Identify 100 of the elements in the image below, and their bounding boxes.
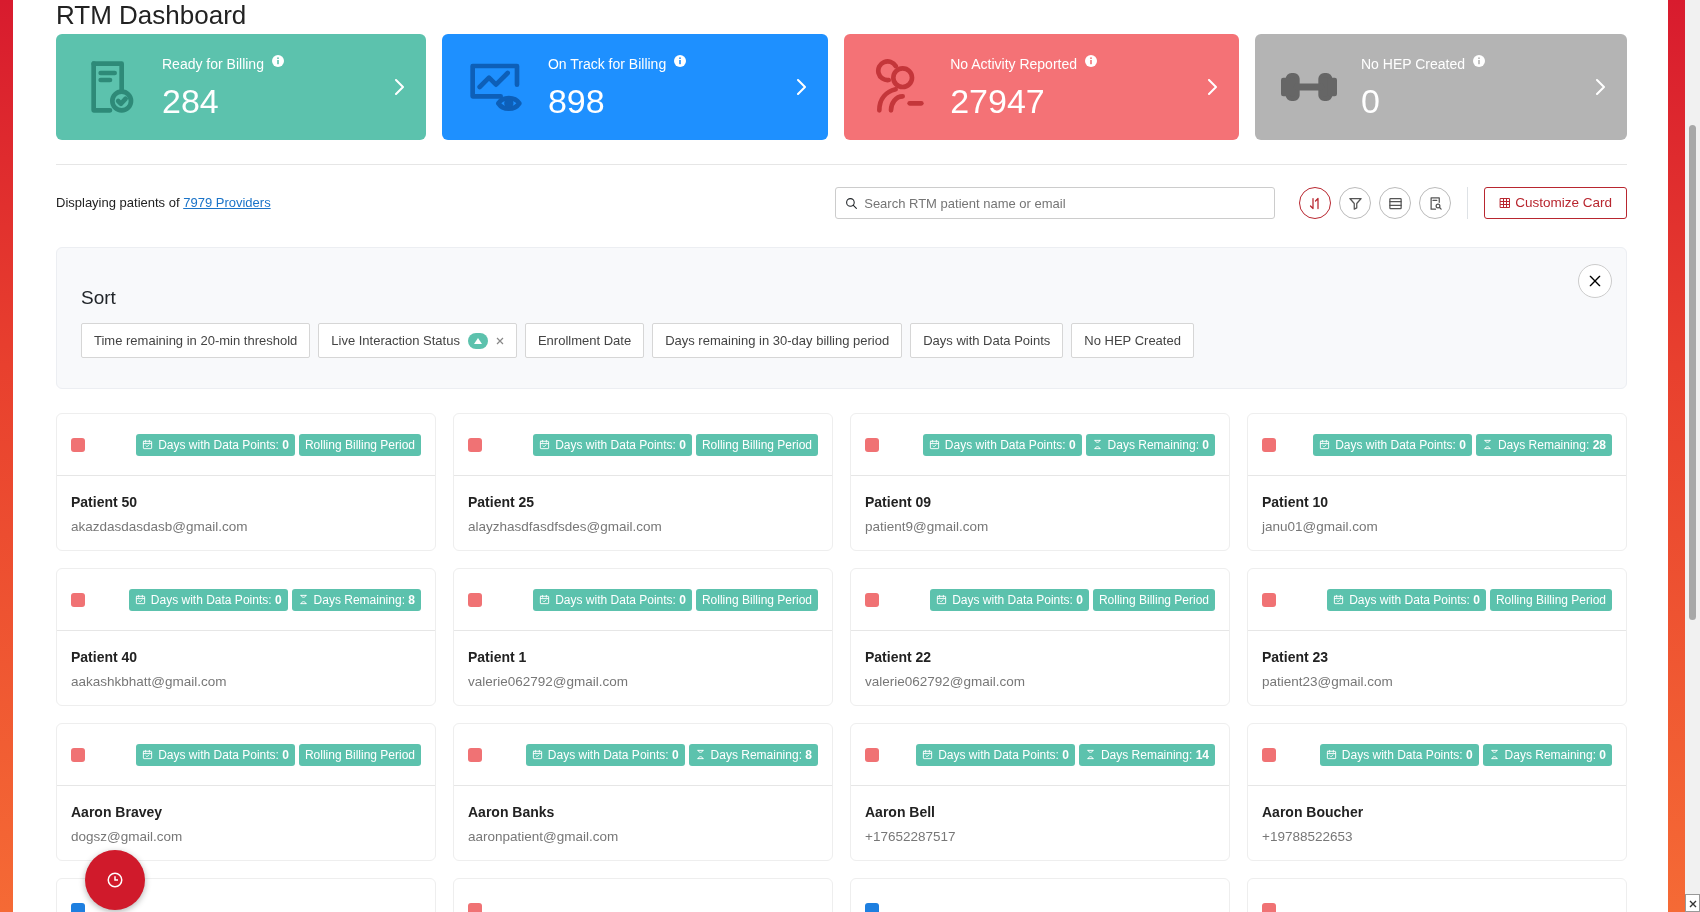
sort-chip[interactable]: Time remaining in 20-min threshold — [81, 322, 311, 359]
sort-chip[interactable]: Live Interaction Status — [318, 322, 517, 359]
patient-card[interactable]: Days with Data Points: 0 Rolling Billing Period Aaron Bravey dogsz@gmail.com — [56, 723, 436, 862]
badge-label: Days with Data Points: 0 — [922, 433, 1082, 456]
badge-label: Rolling Billing Period — [1092, 588, 1215, 611]
search-field[interactable]: Search RTM patient name or email — [835, 187, 1276, 220]
info-icon[interactable] — [674, 54, 687, 67]
chip-label: Time remaining in 20-min threshold — [94, 331, 298, 350]
providers-text: Displaying patients of — [56, 195, 181, 211]
patient-card[interactable]: Days with Data Points: 0 Days Remaining: 8 Patient 40 aakashkbhatt@gmail.com — [56, 568, 436, 707]
patient-name: Aaron Bravey — [71, 803, 164, 823]
patient-card[interactable]: Days with Data Points: 0 Days Remaining: 0 Aaron Boucher +19788522653 — [1247, 723, 1627, 862]
patient-contact: +19788522653 — [1262, 828, 1354, 847]
calendar-icon — [1325, 749, 1337, 761]
patient-card[interactable]: Days with Data Points: 0 Rolling Billing Period Patient 1 valerie062792@gmail.com — [453, 568, 833, 707]
close-icon[interactable] — [1685, 894, 1700, 912]
badge-label: Days Remaining: 0 — [1482, 743, 1612, 766]
sort-chip[interactable]: Days with Data Points — [910, 322, 1064, 359]
toolbar-button[interactable] — [1339, 187, 1372, 220]
patient-card[interactable]: Days with Data Points: 0 Rolling Billing Period Patient 23 patient23@gmail.com — [1247, 568, 1627, 707]
badge-label: Days Remaining: 8 — [688, 743, 818, 766]
patient-card[interactable]: Days with Data Points: 0 Days Remaining: 28 Patient 10 janu01@gmail.com — [1247, 413, 1627, 552]
document-search-icon — [1427, 195, 1443, 211]
hourglass-icon — [1091, 439, 1103, 451]
badge-label: Days with Data Points: 0 — [533, 433, 692, 456]
patient-card[interactable]: Days with Data Points: 0 Days Remaining: 0 Patient 09 patient9@gmail.com — [850, 413, 1230, 552]
patient-card[interactable]: Days with Data Points: 0 Days Remaining: 14 Aaron Bell +17652287517 — [850, 723, 1230, 862]
chevron-right-icon — [1207, 79, 1217, 95]
badge-label: Days with Data Points: 0 — [533, 588, 692, 611]
badge-label: Days Remaining: 8 — [291, 588, 421, 611]
patient-name: Aaron Bell — [865, 803, 936, 823]
badge-label: Rolling Billing Period — [695, 588, 818, 611]
badge-label: Rolling Billing Period — [1489, 588, 1612, 611]
stat-title: Ready for Billing — [162, 54, 264, 74]
calendar-icon — [922, 749, 934, 761]
patient-contact: valerie062792@gmail.com — [468, 673, 630, 692]
grid-icon — [1499, 197, 1512, 210]
calendar-icon — [1319, 439, 1331, 451]
customize-card-button[interactable]: Customize Card — [1484, 187, 1627, 220]
calendar-icon — [539, 594, 551, 606]
info-icon[interactable] — [1085, 54, 1097, 67]
list-icon — [1387, 195, 1403, 211]
badge-label: Rolling Billing Period — [298, 743, 421, 766]
patient-name: Patient 22 — [865, 648, 933, 668]
badge-label: Rolling Billing Period — [695, 433, 818, 456]
badge-label: Days with Data Points: 0 — [1327, 588, 1486, 611]
patient-name: Patient 09 — [865, 493, 933, 513]
scrollbar[interactable] — [1685, 0, 1700, 894]
patient-card[interactable]: Days with Data Points: 0 Rolling Billing Period Patient 22 valerie062792@gmail.com — [850, 568, 1230, 707]
badge-label: Days with Data Points: 0 — [916, 743, 1075, 766]
stat-value: 898 — [547, 82, 606, 121]
patient-name: Patient 50 — [71, 493, 139, 513]
badge-label: Days with Data Points: 0 — [525, 743, 685, 766]
badge-label: Days Remaining: 28 — [1475, 433, 1612, 456]
patient-card[interactable]: Days with Data Points: 0 Rolling Billing Period Patient 50 akazdasdasdasb@gmail.com — [56, 413, 436, 552]
badge-label: Days Remaining: 0 — [1085, 433, 1215, 456]
patient-contact: aakashkbhatt@gmail.com — [71, 673, 228, 692]
sort-chip[interactable]: Enrollment Date — [524, 322, 645, 359]
patient-contact: akazdasdasdasb@gmail.com — [71, 518, 249, 537]
badge-label: Days with Data Points: 0 — [136, 433, 295, 456]
sort-chip[interactable]: No HEP Created — [1071, 322, 1194, 359]
sort-ascending-icon — [467, 332, 488, 349]
patient-name: Patient 25 — [468, 493, 536, 513]
toolbar-button[interactable] — [1299, 187, 1332, 220]
calendar-icon — [134, 594, 146, 606]
badge-label: Days with Data Points: 0 — [930, 588, 1089, 611]
calendar-icon — [142, 749, 154, 761]
badge-label: Days with Data Points: 0 — [136, 743, 295, 766]
patient-name: Patient 23 — [1262, 648, 1330, 668]
sort-title: Sort — [81, 286, 117, 311]
patient-name: Aaron Banks — [468, 803, 556, 823]
patient-name: Patient 1 — [468, 648, 528, 668]
providers-link[interactable]: 7979 Providers — [183, 195, 271, 211]
patient-card[interactable]: Days with Data Points: 0 Days Remaining: 8 Aaron Banks aaronpatient@gmail.com — [453, 723, 833, 862]
clock-icon — [106, 871, 124, 889]
patient-contact: dogsz@gmail.com — [71, 828, 184, 847]
chip-label: Days remaining in 30-day billing period — [665, 331, 890, 350]
toolbar-button[interactable] — [1379, 187, 1412, 220]
calendar-icon — [928, 439, 940, 451]
patient-card[interactable]: Days with Data Points: 0 Rolling Billing Period Patient 25 alayzhasdfasdfsdes@gmail.com — [453, 413, 833, 552]
page-title: RTM Dashboard — [56, 0, 248, 30]
info-icon[interactable] — [1473, 54, 1485, 67]
hourglass-icon — [1084, 749, 1096, 761]
toolbar-button[interactable] — [1419, 187, 1452, 220]
patient-name: Aaron Boucher — [1262, 803, 1365, 823]
stat-title: No Activity Reported — [950, 54, 1077, 74]
remove-icon[interactable] — [495, 336, 504, 345]
info-icon[interactable] — [271, 54, 284, 67]
patient-name: Patient 40 — [71, 648, 139, 668]
patient-contact: janu01@gmail.com — [1262, 518, 1379, 537]
calendar-icon — [539, 439, 551, 451]
close-button[interactable] — [1578, 264, 1612, 299]
stat-value: 284 — [162, 82, 220, 121]
search-icon — [845, 197, 859, 211]
sort-chip[interactable]: Days remaining in 30-day billing period — [652, 322, 903, 359]
patient-contact: +17652287517 — [865, 828, 957, 847]
stat-value: 0 — [1361, 82, 1381, 121]
calendar-icon — [142, 439, 154, 451]
filter-icon — [1347, 195, 1363, 211]
hourglass-icon — [694, 749, 706, 761]
